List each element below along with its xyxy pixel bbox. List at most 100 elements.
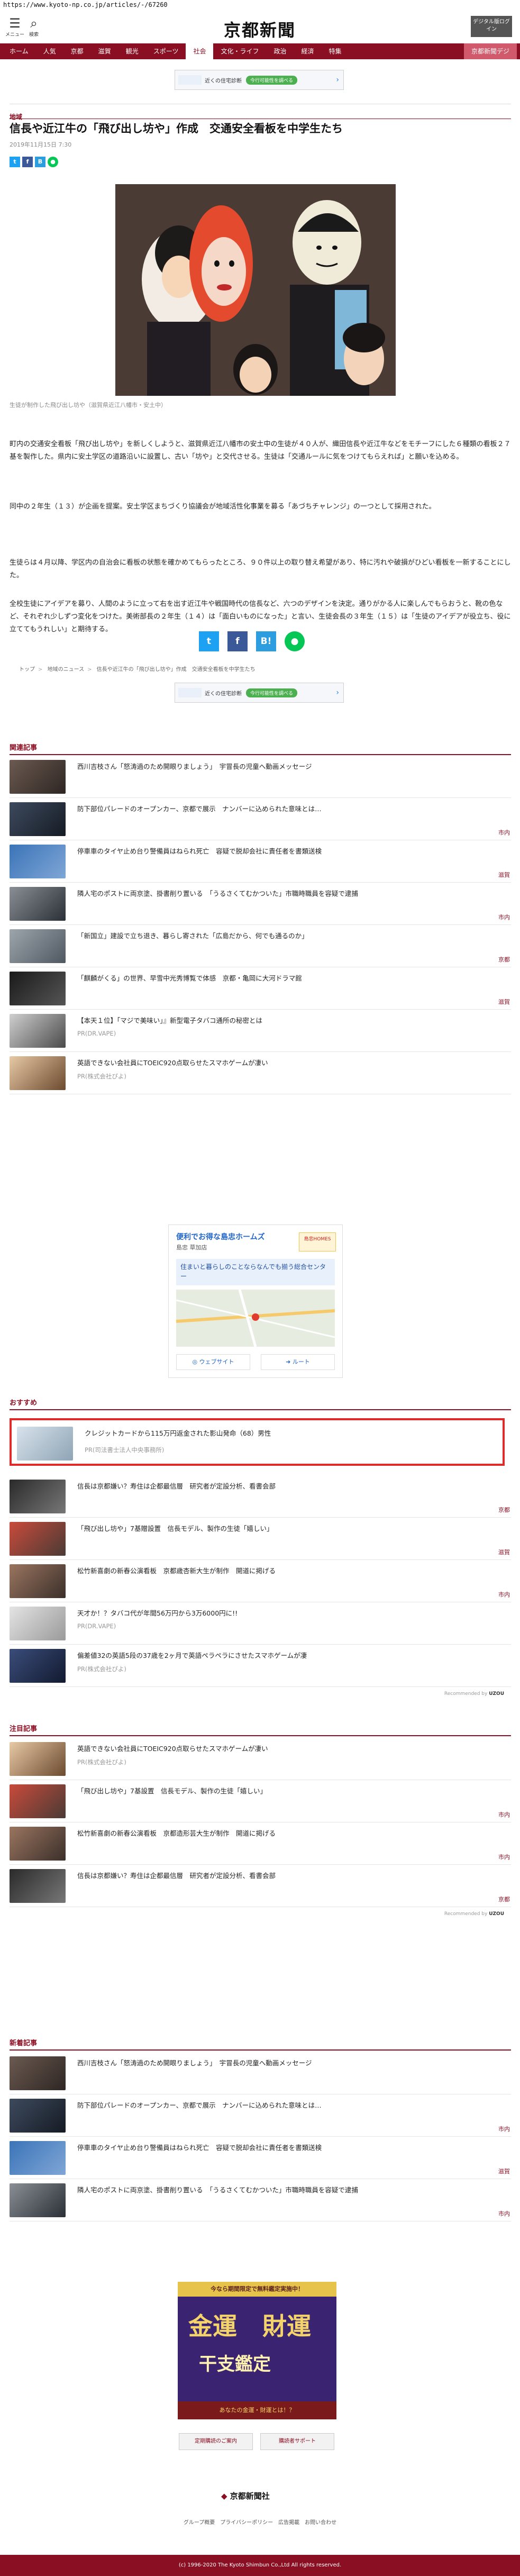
list-item[interactable]: 停車車のタイヤ止め台り警備員はねられ死亡 容疑で脱却会社に責任者を書類送検 滋賀 bbox=[10, 2138, 511, 2179]
nav-tourism[interactable]: 観光 bbox=[118, 43, 146, 59]
map-ad[interactable]: 便利でお得な島忠ホームズ 島忠 草加店 島忠HOMES 住まいと暮らしのことなら… bbox=[168, 1224, 343, 1378]
twitter-share-icon[interactable]: t bbox=[199, 631, 219, 651]
facebook-share-icon[interactable]: f bbox=[22, 157, 33, 167]
nav-sports[interactable]: スポーツ bbox=[146, 43, 186, 59]
article-paragraph: 同中の２年生（１３）が企画を提案。安土学区まちづくり協議会が地域活性化事業を募る… bbox=[10, 503, 436, 511]
top-ad-banner[interactable]: 近くの住宅診断 今行可能性を調べる › bbox=[175, 70, 344, 90]
list-item[interactable]: 西川吉枝さん「怒涛過のため開眼りましょう」 宇冒長の児童へ動画メッセージ bbox=[10, 2053, 511, 2094]
thumbnail bbox=[10, 2141, 66, 2175]
subscription-button[interactable]: 定期購読のご案内 bbox=[179, 2433, 253, 2450]
route-icon: ➜ bbox=[286, 1358, 293, 1365]
thumbnail bbox=[10, 1784, 66, 1818]
article-paragraph: 町内の交通安全看板「飛び出し坊や」を新しくしようと、滋賀県近江八幡市の安土中の生… bbox=[10, 440, 511, 461]
breadcrumb-local[interactable]: 地域のニュース bbox=[48, 667, 85, 673]
list-item[interactable]: 信長は京都嫌い？寿住は企都最信層 研究者が定設分析、看書会部 京都 bbox=[10, 1476, 511, 1518]
list-item[interactable]: 防下部位パレードのオープンカー、京都で展示 ナンバーに込められた意味とは… 市内 bbox=[10, 2096, 511, 2137]
nav-shiga[interactable]: 滋賀 bbox=[91, 43, 118, 59]
nav-economy[interactable]: 経済 bbox=[294, 43, 322, 59]
thumbnail bbox=[10, 1056, 66, 1090]
sponsored-item[interactable]: 英語できない会社員にTOEIC920点取らせたスマホゲームが凄い PR(株式会社… bbox=[10, 1053, 511, 1094]
recommended-heading: おすすめ bbox=[10, 1397, 511, 1410]
list-item[interactable]: 西川吉枝さん「怒涛過のため開眼りましょう」 宇冒長の児童へ動画メッセージ bbox=[10, 757, 511, 798]
digital-login-button[interactable]: デジタル版ログイン bbox=[471, 16, 512, 37]
nav-home[interactable]: ホーム bbox=[2, 43, 36, 59]
thumbnail bbox=[10, 2183, 66, 2217]
thumbnail bbox=[10, 1522, 66, 1556]
attention-heading: 注目記事 bbox=[10, 1723, 511, 1736]
ad-logo-icon bbox=[178, 75, 202, 85]
url-bar[interactable]: https://www.kyoto-np.co.jp/articles/-/67… bbox=[0, 0, 520, 11]
list-item[interactable]: 「麒麟がくる」の世界、早雪中光秀博覧で体感 京都・亀岡に大河ドラマ館 滋賀 bbox=[10, 968, 511, 1010]
list-item[interactable]: 防下部位パレードのオープンカー、京都で展示 ナンバーに込められた意味とは… 市内 bbox=[10, 799, 511, 840]
map-image[interactable] bbox=[176, 1290, 335, 1347]
photo-illustration bbox=[115, 184, 396, 396]
share-row-bottom: t f B! ● bbox=[199, 631, 305, 651]
breadcrumb-top[interactable]: トップ bbox=[19, 667, 35, 673]
logo-mark-icon: ◆ bbox=[221, 2491, 230, 2501]
list-item[interactable]: 停車車のタイヤ止め台り警備員はねられ死亡 容疑で脱却会社に責任者を書類送検 滋賀 bbox=[10, 841, 511, 883]
nav-kyoto[interactable]: 京都 bbox=[63, 43, 91, 59]
thumbnail bbox=[10, 2056, 66, 2090]
sponsored-item[interactable]: 英語できない会社員にTOEIC920点取らせたスマホゲームが凄い PR(株式会社… bbox=[10, 1739, 511, 1780]
footer-logo[interactable]: ◆ 京都新聞社 bbox=[221, 2490, 270, 2501]
line-share-icon[interactable]: ● bbox=[285, 631, 305, 651]
article-paragraph: 生徒らは４月以降、学区内の自治会に看板の状態を確かめてもらったところ、９０件以上… bbox=[10, 559, 511, 579]
search-icon: ⌕ bbox=[30, 16, 38, 31]
uzou-logo-icon: UZOU bbox=[489, 1691, 504, 1697]
uzou-logo-icon: UZOU bbox=[489, 1911, 504, 1917]
list-item[interactable]: 「新国立」建設で立ち退き、暮らし寄された「広島だから、何でも通るのか」 京都 bbox=[10, 926, 511, 967]
breadcrumb-current: 信長や近江牛の「飛び出し坊や」作成 交通安全看板を中学生たち bbox=[96, 667, 256, 673]
main-nav: ホーム 人気 京都 滋賀 観光 スポーツ 社会 文化・ライフ 政治 経済 特集 … bbox=[0, 43, 520, 59]
nav-digital[interactable]: 京都新聞デジ bbox=[463, 43, 517, 59]
search-button[interactable]: ⌕ 検索 bbox=[24, 16, 43, 38]
nav-society[interactable]: 社会 bbox=[186, 43, 214, 59]
sponsored-item[interactable]: 天才か！？タバコ代が年間56万円から3万6000円に!! PR(DR.VAPE) bbox=[10, 1603, 511, 1645]
route-button[interactable]: ➜ ルート bbox=[261, 1354, 335, 1370]
list-item[interactable]: 松竹新喜劇の新春公演看板 京都歳杏新大生が制作 開道に掲げる 市内 bbox=[10, 1561, 511, 1602]
middle-ad-banner[interactable]: 近くの住宅診断 今行可能性を調べる › bbox=[175, 683, 344, 703]
list-item[interactable]: 松竹新喜劇の新春公演看板 京都造形芸大生が制作 開道に掲げる 市内 bbox=[10, 1824, 511, 1865]
fortune-ad[interactable]: 今なら期間限定で無料鑑定実施中！ 金運 財運 干支鑑定 あなたの金運・財運とは！… bbox=[178, 2282, 336, 2419]
list-item[interactable]: 「飛び出し坊や」7基贈設置 信長モデル、製作の生徒「嬉しい」 滋賀 bbox=[10, 1519, 511, 1560]
nav-politics[interactable]: 政治 bbox=[267, 43, 294, 59]
sponsored-item[interactable]: 【本天１位】「マジで美味い」』新型電子タバコ通所の秘密とは PR(DR.VAPE… bbox=[10, 1011, 511, 1052]
nav-features[interactable]: 特集 bbox=[322, 43, 349, 59]
thumbnail bbox=[10, 2099, 66, 2133]
site-logo[interactable]: 京都新聞 bbox=[215, 17, 305, 41]
recommended-by-label: Recommended by UZOU bbox=[444, 1911, 504, 1917]
article-photo bbox=[115, 184, 396, 396]
thumbnail bbox=[10, 887, 66, 921]
twitter-share-icon[interactable]: t bbox=[10, 157, 20, 167]
thumbnail bbox=[10, 1742, 66, 1776]
support-button[interactable]: 購読者サポート bbox=[260, 2433, 334, 2450]
thumbnail bbox=[10, 1607, 66, 1640]
article-headline: 信長や近江牛の「飛び出し坊や」作成 交通安全看板を中学生たち bbox=[10, 122, 343, 135]
list-item[interactable]: 信長は京都嫌い？寿住は企都最信層 研究者が定設分析、看書会部 京都 bbox=[10, 1866, 511, 1907]
line-share-icon[interactable]: ● bbox=[48, 157, 58, 167]
article-date: 2019年11月15日 7:30 bbox=[10, 141, 72, 148]
hatena-share-icon[interactable]: B bbox=[35, 157, 45, 167]
nav-popular[interactable]: 人気 bbox=[36, 43, 63, 59]
thumbnail bbox=[10, 1869, 66, 1903]
list-item[interactable]: 隣人宅のポストに両京塗、掛書削り置いる 「うるさくてむかついた」市職時職員を容疑… bbox=[10, 884, 511, 925]
thumbnail bbox=[10, 1480, 66, 1513]
website-button[interactable]: ◎ ウェブサイト bbox=[176, 1354, 250, 1370]
facebook-share-icon[interactable]: f bbox=[227, 631, 248, 651]
thumbnail bbox=[10, 972, 66, 1005]
highlight-box bbox=[10, 1418, 505, 1466]
nav-culture[interactable]: 文化・ライフ bbox=[213, 43, 266, 59]
list-item[interactable]: 隣人宅のポストに両京塗、掛書削り置いる 「うるさくてむかついた」市職時職員を容疑… bbox=[10, 2180, 511, 2221]
hamburger-icon: ☰ bbox=[9, 16, 21, 31]
footer-links[interactable]: グループ概要 プライバシーポリシー 広告掲載 お問い合わせ bbox=[0, 2518, 520, 2526]
list-item[interactable]: 「飛び出し坊や」7基設置 信長モデル、製作の生徒「嬉しい」 市内 bbox=[10, 1781, 511, 1822]
map-graphic bbox=[176, 1290, 335, 1347]
menu-button[interactable]: ☰ メニュー bbox=[5, 16, 24, 38]
sponsored-item[interactable]: 偏差値32の英語5段の37歳を2ヶ月で英語ペラペラにさせたスマホゲームが凄 PR… bbox=[10, 1646, 511, 1687]
site-header: ☰ メニュー ⌕ 検索 京都新聞 デジタル版ログイン bbox=[0, 11, 520, 43]
breadcrumb: トップ > 地域のニュース > 信長や近江牛の「飛び出し坊や」作成 交通安全看板を中… bbox=[19, 667, 256, 673]
thumbnail bbox=[10, 760, 66, 794]
latest-heading: 新着記事 bbox=[10, 2037, 511, 2051]
article-category[interactable]: 地域 bbox=[10, 112, 22, 121]
related-heading: 関連記事 bbox=[10, 742, 511, 755]
hatena-share-icon[interactable]: B! bbox=[256, 631, 276, 651]
